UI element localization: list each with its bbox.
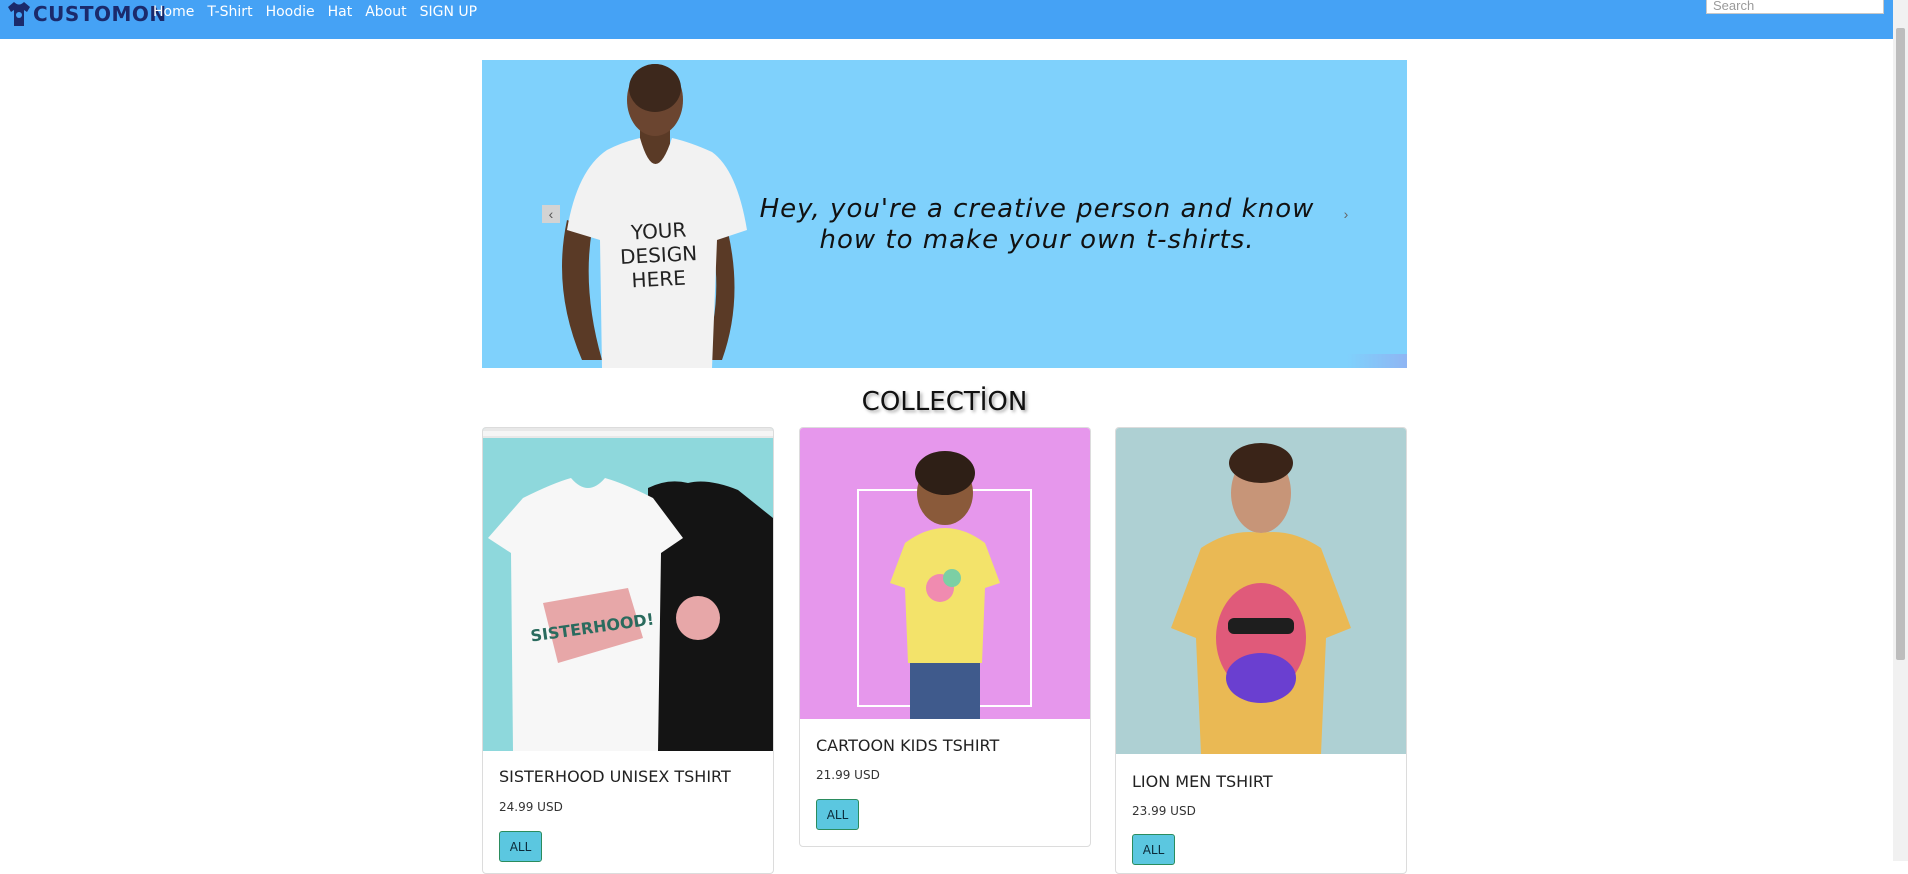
nav-hat[interactable]: Hat xyxy=(328,4,353,20)
collection-title: COLLECTİON xyxy=(861,387,1028,417)
scrollbar-thumb[interactable] xyxy=(1896,28,1905,660)
nav-tshirt[interactable]: T-Shirt xyxy=(207,4,252,20)
svg-text:HERE: HERE xyxy=(631,266,686,293)
svg-text:DESIGN: DESIGN xyxy=(620,241,698,269)
product-name-sisterhood[interactable]: SISTERHOOD UNISEX TSHIRT xyxy=(499,767,731,786)
hero-carousel: YOUR DESIGN HERE Hey, you're a creative … xyxy=(482,60,1407,368)
product-card-sisterhood[interactable]: SISTERHOOD! SISTERHOOD UNISEX TSHIRT 24.… xyxy=(482,427,774,874)
product-price-sisterhood: 24.99 USD xyxy=(499,800,563,814)
product-image-lion-men[interactable] xyxy=(1116,428,1406,754)
product-price-lion-men: 23.99 USD xyxy=(1132,804,1196,818)
product-price-cartoon-kids: 21.99 USD xyxy=(816,768,880,782)
all-button-lion-men[interactable]: ALL xyxy=(1132,834,1175,865)
product-image-cartoon-kids[interactable] xyxy=(800,428,1090,719)
nav-hoodie[interactable]: Hoodie xyxy=(266,4,315,20)
product-name-lion-men[interactable]: LION MEN TSHIRT xyxy=(1132,772,1273,791)
tshirt-logo-icon xyxy=(8,2,30,26)
product-image-sisterhood[interactable]: SISTERHOOD! xyxy=(483,428,773,751)
product-card-cartoon-kids[interactable]: CARTOON KIDS TSHIRT 21.99 USD ALL xyxy=(799,427,1091,847)
nav-home[interactable]: Home xyxy=(153,4,194,20)
nav-about[interactable]: About xyxy=(365,4,406,20)
product-card-lion-men[interactable]: LION MEN TSHIRT 23.99 USD ALL xyxy=(1115,427,1407,874)
top-navbar: CUSTOMON Home T-Shirt Hoodie Hat About S… xyxy=(0,0,1893,39)
page-scrollbar[interactable] xyxy=(1893,0,1908,861)
all-button-sisterhood[interactable]: ALL xyxy=(499,831,542,862)
hero-headline-line2: how to make your own t-shirts. xyxy=(819,225,1255,255)
all-button-cartoon-kids[interactable]: ALL xyxy=(816,799,859,830)
chevron-left-icon[interactable]: ‹ xyxy=(542,205,560,223)
hero-headline: Hey, you're a creative person and know h… xyxy=(737,194,1337,256)
product-name-cartoon-kids[interactable]: CARTOON KIDS TSHIRT xyxy=(816,736,999,755)
svg-text:YOUR: YOUR xyxy=(629,218,687,245)
brand-name: CUSTOMON xyxy=(33,2,167,26)
hero-headline-line1: Hey, you're a creative person and know xyxy=(759,194,1315,224)
chevron-right-icon[interactable]: › xyxy=(1337,205,1355,223)
nav-sign-up[interactable]: SIGN UP xyxy=(420,4,477,20)
search-input[interactable] xyxy=(1706,0,1884,14)
brand-logo[interactable]: CUSTOMON xyxy=(6,0,167,28)
nav-links: Home T-Shirt Hoodie Hat About SIGN UP xyxy=(153,4,490,20)
